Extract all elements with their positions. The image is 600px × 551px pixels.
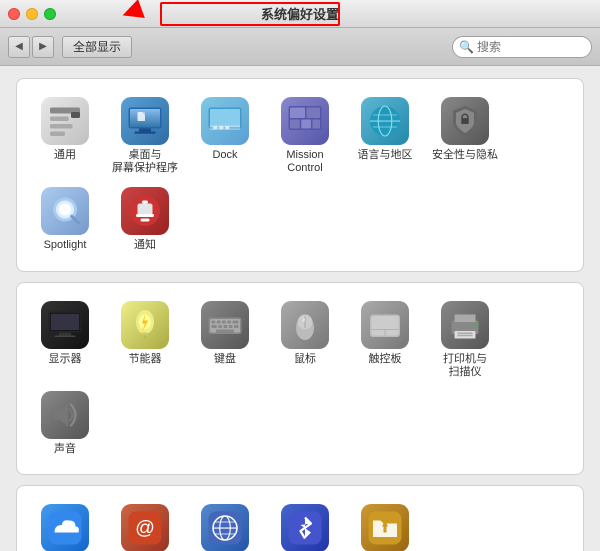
list-item[interactable]: @ 互联网帐户 [105,498,185,551]
bluetooth-icon [281,504,329,551]
list-item[interactable]: Spotlight [25,181,105,258]
nav-buttons: ◀ ▶ [8,36,54,58]
list-item[interactable]: 鼠标 [265,295,345,385]
icloud-icon [41,504,89,551]
display-icon [41,301,89,349]
show-all-button[interactable]: 全部显示 [62,36,132,58]
titlebar: 系统偏好设置 [0,0,600,28]
list-item[interactable]: 桌面与屏幕保护程序 [105,91,185,181]
window-title: 系统偏好设置 [261,4,339,23]
back-button[interactable]: ◀ [8,36,30,58]
list-item[interactable]: 网络 [185,498,265,551]
mouse-label: 鼠标 [294,353,316,366]
keyboard-label: 键盘 [214,353,236,366]
trackpad-label: 触控板 [369,353,402,366]
minimize-button[interactable] [26,8,38,20]
general-label: 通用 [54,149,76,162]
list-item[interactable]: iCloud [25,498,105,551]
main-content: 通用 桌面与屏幕保护程序 [0,66,600,551]
spotlight-icon [41,187,89,235]
desktop-icon [121,97,169,145]
svg-text:@: @ [135,517,155,539]
search-box: 🔍 [452,36,592,58]
mission-label: MissionControl [286,149,323,175]
list-item[interactable]: 打印机与扫描仪 [425,295,505,385]
energy-icon [121,301,169,349]
list-item[interactable]: 显示器 [25,295,105,385]
toolbar: ◀ ▶ 全部显示 🔍 [0,28,600,66]
mouse-icon [281,301,329,349]
internet-icon: @ [121,504,169,551]
close-button[interactable] [8,8,20,20]
security-icon [441,97,489,145]
section-internet: iCloud @ 互联网帐户 [16,485,584,551]
list-item[interactable]: 节能器 [105,295,185,385]
mission-icon [281,97,329,145]
language-icon [361,97,409,145]
sharing-icon [361,504,409,551]
dock-icon [201,97,249,145]
energy-label: 节能器 [129,353,162,366]
list-item[interactable]: 键盘 [185,295,265,385]
printer-icon [441,301,489,349]
personal-grid: 通用 桌面与屏幕保护程序 [25,91,575,259]
list-item[interactable]: 语言与地区 [345,91,425,181]
list-item[interactable]: Dock [185,91,265,181]
maximize-button[interactable] [44,8,56,20]
security-label: 安全性与隐私 [432,149,498,162]
list-item[interactable]: 安全性与隐私 [425,91,505,181]
notify-icon [121,187,169,235]
general-icon [41,97,89,145]
list-item[interactable]: 触控板 [345,295,425,385]
printer-label: 打印机与扫描仪 [443,353,487,379]
language-label: 语言与地区 [358,149,413,162]
list-item[interactable]: 共享 [345,498,425,551]
list-item[interactable]: MissionControl [265,91,345,181]
traffic-lights [8,8,56,20]
sound-icon [41,391,89,439]
dock-label: Dock [212,149,237,162]
keyboard-icon [201,301,249,349]
forward-button[interactable]: ▶ [32,36,54,58]
list-item[interactable]: 蓝牙 [265,498,345,551]
internet-grid: iCloud @ 互联网帐户 [25,498,575,551]
trackpad-icon [361,301,409,349]
hardware-grid: 显示器 节能器 [25,295,575,463]
section-hardware: 显示器 节能器 [16,282,584,476]
list-item[interactable]: 通用 [25,91,105,181]
display-label: 显示器 [49,353,82,366]
desktop-label: 桌面与屏幕保护程序 [112,149,178,175]
network-icon [201,504,249,551]
sound-label: 声音 [54,443,76,456]
notify-label: 通知 [134,239,156,252]
search-icon: 🔍 [459,40,474,54]
list-item[interactable]: 通知 [105,181,185,258]
arrow-head [119,0,145,25]
list-item[interactable]: 声音 [25,385,105,462]
spotlight-label: Spotlight [44,239,87,252]
section-personal: 通用 桌面与屏幕保护程序 [16,78,584,272]
